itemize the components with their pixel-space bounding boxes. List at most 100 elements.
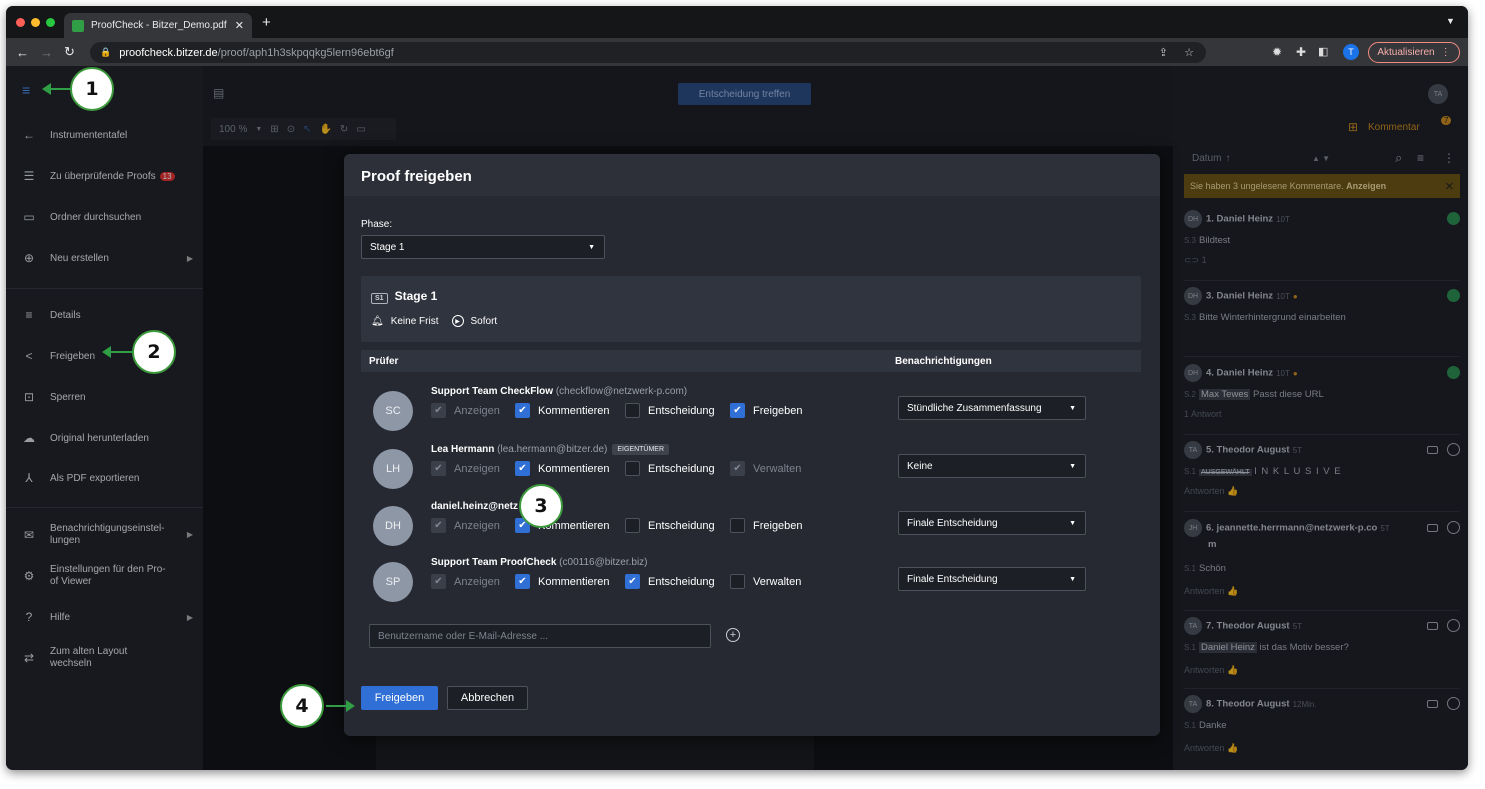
checkbox-manage[interactable] <box>730 574 745 589</box>
cancel-button[interactable]: Abbrechen <box>447 686 528 710</box>
sidebar-item-viewer-settings[interactable]: ⚙ Einstellungen für den Pro- of Viewer <box>6 564 203 588</box>
sidebar-item-proofs-to-review[interactable]: ☰ Zu überprüfende Proofs 13 <box>6 169 203 183</box>
comment-item[interactable]: DH 4. Daniel Heinz 10T ● S.2 Max Tewes Passt… <box>1184 364 1460 419</box>
checkbox-share[interactable] <box>730 518 745 533</box>
resolve-circle-icon[interactable] <box>1447 443 1460 456</box>
replies-link[interactable]: 1 Antwort <box>1184 409 1460 419</box>
add-reviewer-plus-icon[interactable]: + <box>726 628 740 642</box>
like-icon[interactable]: 👍 <box>1227 743 1238 753</box>
sidebar-item-dashboard[interactable]: ← Instrumententafel <box>6 128 203 142</box>
reply-link[interactable]: Antworten <box>1184 486 1225 496</box>
add-reviewer-input[interactable]: Benutzername oder E-Mail-Adresse ... <box>369 624 711 648</box>
show-unread-link[interactable]: Anzeigen <box>1346 181 1386 191</box>
checkbox-share[interactable]: ✔ <box>730 403 745 418</box>
add-comment-icon[interactable]: ⊞ <box>1348 120 1358 134</box>
share-icon[interactable]: ⇪ <box>1159 46 1168 59</box>
make-decision-button[interactable]: Entscheidung treffen <box>678 83 811 105</box>
sidebar-item-notification-settings[interactable]: ✉ Benachrichtigungseinstel- lungen ▶ <box>6 523 203 547</box>
minimize-window-button[interactable] <box>31 18 40 27</box>
pan-hand-icon[interactable]: ✋ <box>319 124 331 135</box>
update-button[interactable]: Aktualisieren ⋮ <box>1368 42 1460 63</box>
resolved-check-icon[interactable] <box>1447 289 1460 302</box>
maximize-window-button[interactable] <box>46 18 55 27</box>
browser-tab[interactable]: ProofCheck - Bitzer_Demo.pdf ✕ <box>64 13 252 38</box>
sort-field[interactable]: Datum <box>1192 153 1221 164</box>
checkbox-decision[interactable]: ✔ <box>625 574 640 589</box>
share-submit-button[interactable]: Freigeben <box>361 686 438 710</box>
rotate-icon[interactable]: ↻ <box>340 124 348 135</box>
notification-select[interactable]: Finale Entscheidung ▼ <box>898 567 1086 591</box>
comment-item[interactable]: DH 3. Daniel Heinz 10T ● S.3 Bitte Winterhin… <box>1184 287 1460 323</box>
like-icon[interactable]: 👍 <box>1227 665 1238 675</box>
fit-page-icon[interactable]: ⊞ <box>270 124 278 135</box>
label-tag-icon[interactable] <box>1427 700 1438 708</box>
new-tab-icon[interactable]: + <box>262 14 271 31</box>
like-icon[interactable]: 👍 <box>1227 586 1238 596</box>
hamburger-menu-icon[interactable]: ≡ <box>22 82 30 98</box>
sidebar-item-help[interactable]: ? Hilfe ▶ <box>6 610 203 624</box>
checkbox-decision[interactable] <box>625 461 640 476</box>
search-icon[interactable]: ⌕ <box>1395 150 1402 166</box>
sidebar-item-create-new[interactable]: ⊕ Neu erstellen ▶ <box>6 251 203 265</box>
profile-avatar[interactable]: T <box>1343 44 1359 60</box>
label-tag-icon[interactable] <box>1427 524 1438 532</box>
sidebar-item-old-layout[interactable]: ⇄ Zum alten Layout wechseln <box>6 646 203 670</box>
checkbox-decision[interactable] <box>625 403 640 418</box>
permission-decision[interactable]: Entscheidung <box>625 461 715 476</box>
forward-icon[interactable]: → <box>40 45 53 60</box>
sidebar-item-browse-folders[interactable]: ▭ Ordner durchsuchen <box>6 210 203 224</box>
permission-manage[interactable]: Verwalten <box>730 574 801 589</box>
checkbox-comment[interactable]: ✔ <box>515 461 530 476</box>
reply-link[interactable]: Antworten <box>1184 586 1225 596</box>
sidebar-item-download-original[interactable]: ☁ Original herunterladen <box>6 431 203 445</box>
permission-decision[interactable]: ✔ Entscheidung <box>625 574 715 589</box>
notification-select[interactable]: Keine ▼ <box>898 454 1086 478</box>
permission-comment[interactable]: ✔ Kommentieren <box>515 403 610 418</box>
resolve-circle-icon[interactable] <box>1447 521 1460 534</box>
phase-select[interactable]: Stage 1 ▼ <box>361 235 605 259</box>
back-icon[interactable]: ← <box>16 45 29 60</box>
panel-toggle-icon[interactable]: ▤ <box>213 86 224 100</box>
close-window-button[interactable] <box>16 18 25 27</box>
reload-icon[interactable]: ↻ <box>64 44 75 60</box>
permission-share[interactable]: ✔ Freigeben <box>730 403 803 418</box>
bookmark-star-icon[interactable]: ☆ <box>1184 46 1194 59</box>
permission-comment[interactable]: ✔ Kommentieren <box>515 461 610 476</box>
tab-list-chevron-icon[interactable]: ▼ <box>1446 16 1455 26</box>
checkbox-comment[interactable]: ✔ <box>515 403 530 418</box>
zoom-select[interactable]: 100 % <box>219 124 247 135</box>
sort-order-icon[interactable]: ▲ ▼ <box>1312 154 1330 163</box>
sidebar-item-export-pdf[interactable]: ⅄ Als PDF exportieren <box>6 471 203 485</box>
sidebar-item-details[interactable]: ≡ Details <box>6 308 203 322</box>
label-tag-icon[interactable] <box>1427 622 1438 630</box>
permission-decision[interactable]: Entscheidung <box>625 518 715 533</box>
user-avatar[interactable]: TA <box>1428 84 1448 104</box>
resolve-circle-icon[interactable] <box>1447 697 1460 710</box>
resolve-circle-icon[interactable] <box>1447 619 1460 632</box>
sort-arrow-icon[interactable]: ↑ <box>1225 153 1230 164</box>
checkbox-decision[interactable] <box>625 518 640 533</box>
permission-share[interactable]: Freigeben <box>730 518 803 533</box>
notification-select[interactable]: Finale Entscheidung ▼ <box>898 511 1086 535</box>
sidepanel-icon[interactable]: ◧ <box>1318 45 1328 58</box>
comment-item[interactable]: TA 8. Theodor August 12Min. S.1 Danke Antwo… <box>1184 695 1460 754</box>
close-banner-icon[interactable]: ✕ <box>1445 180 1454 193</box>
comment-item[interactable]: TA 7. Theodor August 5T S.1 Daniel Heinz is… <box>1184 617 1460 676</box>
comment-item[interactable]: TA 5. Theodor August 5T S.1 AUSGEWÄHLT I N … <box>1184 441 1460 497</box>
notification-select[interactable]: Stündliche Zusammenfassung ▼ <box>898 396 1086 420</box>
close-tab-icon[interactable]: ✕ <box>235 19 244 32</box>
filter-icon[interactable]: ≡ <box>1417 151 1424 165</box>
like-icon[interactable]: 👍 <box>1227 486 1238 496</box>
reply-link[interactable]: Antworten <box>1184 743 1225 753</box>
sidebar-item-lock[interactable]: ⊡ Sperren <box>6 390 203 404</box>
address-bar[interactable]: 🔒 proofcheck.bitzer.de/proof/aph1h3skpqq… <box>90 42 1206 63</box>
zoom-area-icon[interactable]: ⊙ <box>287 124 295 135</box>
extensions-puzzle-icon[interactable]: ✚ <box>1296 45 1306 59</box>
label-tag-icon[interactable] <box>1427 446 1438 454</box>
comment-item[interactable]: DH 1. Daniel Heinz 10T S.3 Bildtest ⊂⊃ 1 <box>1184 210 1460 266</box>
pointer-tool-icon[interactable]: ↖ <box>303 124 311 135</box>
measure-icon[interactable]: ▭ <box>356 124 365 135</box>
permission-decision[interactable]: Entscheidung <box>625 403 715 418</box>
checkbox-comment[interactable]: ✔ <box>515 574 530 589</box>
add-comment-button[interactable]: Kommentar <box>1368 122 1420 133</box>
